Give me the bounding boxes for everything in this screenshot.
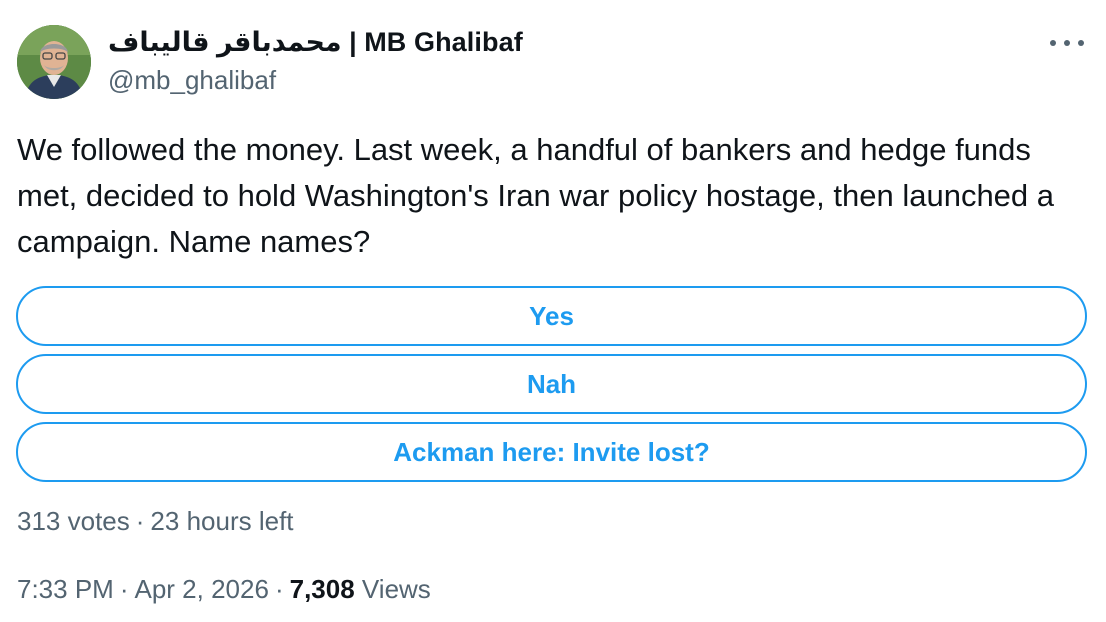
views-count: 7,308	[289, 574, 355, 604]
poll-option-ackman[interactable]: Ackman here: Invite lost?	[16, 422, 1087, 482]
poll: Yes Nah Ackman here: Invite lost?	[16, 286, 1087, 490]
more-dot-icon	[1064, 40, 1070, 46]
poll-time-left: 23 hours left	[150, 506, 294, 536]
author-display-name[interactable]: محمدباقر قالیباف | MB Ghalibaf	[108, 27, 523, 58]
tweet-time[interactable]: 7:33 PM	[17, 574, 114, 604]
poll-option-nah[interactable]: Nah	[16, 354, 1087, 414]
tweet-date[interactable]: Apr 2, 2026	[135, 574, 269, 604]
poll-option-yes[interactable]: Yes	[16, 286, 1087, 346]
views-label: Views	[361, 574, 431, 604]
more-dot-icon	[1078, 40, 1084, 46]
avatar[interactable]	[17, 25, 91, 99]
profile-photo-icon	[17, 25, 91, 99]
meta-separator: ·	[274, 574, 284, 604]
poll-votes: 313 votes	[17, 506, 130, 536]
author-handle[interactable]: @mb_ghalibaf	[108, 65, 276, 96]
more-dot-icon	[1050, 40, 1056, 46]
author-name-row: محمدباقر قالیباف | MB Ghalibaf	[108, 27, 523, 58]
poll-meta-separator: ·	[135, 506, 145, 536]
tweet-text: We followed the money. Last week, a hand…	[17, 132, 1055, 259]
tweet-card: محمدباقر قالیباف | MB Ghalibaf @mb_ghali…	[0, 0, 1106, 622]
poll-meta: 313 votes · 23 hours left	[17, 506, 294, 537]
more-options-button[interactable]	[1050, 30, 1084, 56]
meta-separator: ·	[119, 574, 129, 604]
tweet-meta: 7:33 PM · Apr 2, 2026 · 7,308 Views	[17, 574, 431, 605]
